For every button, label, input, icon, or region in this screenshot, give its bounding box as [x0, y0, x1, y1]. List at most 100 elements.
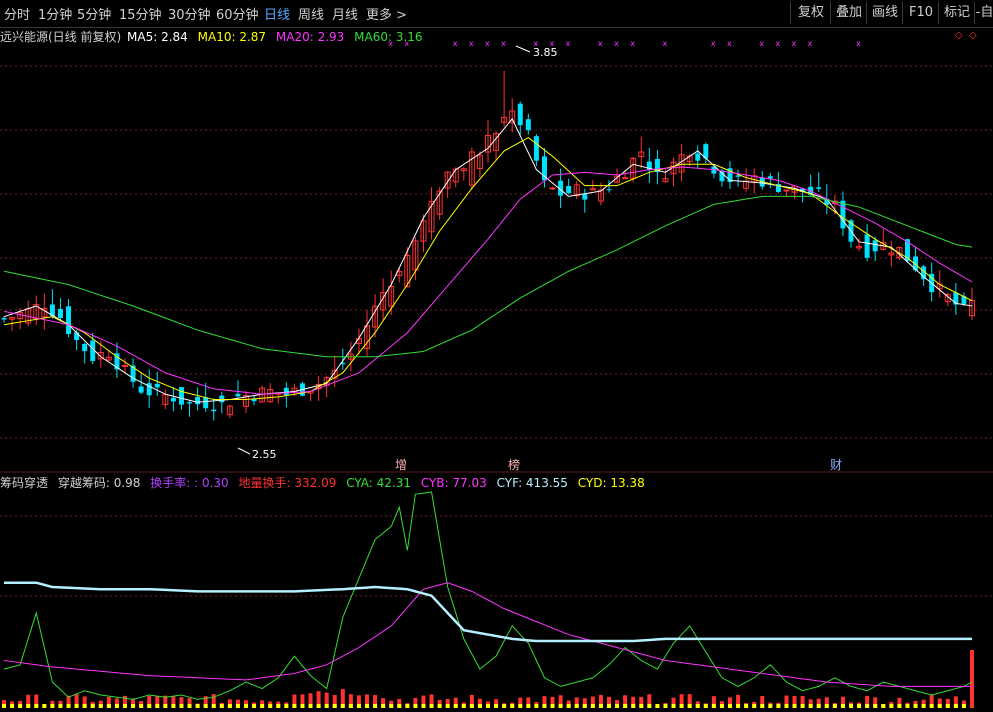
volume-base-mark: [66, 704, 71, 708]
volume-base-mark: [953, 704, 958, 708]
candle-body-down: [211, 409, 217, 412]
signal-mark: x: [808, 39, 813, 48]
candle-body-down: [517, 103, 523, 126]
candle-body-down: [606, 189, 612, 191]
volume-base-mark: [413, 704, 418, 708]
kline-chart[interactable]: x x x x x x x x x x x x x x x x x x x x◇ ◇ 3.85 2.55 增 榜 财: [0, 0, 993, 712]
low-price-label: 2.55: [252, 448, 277, 461]
signal-mark: x: [775, 39, 780, 48]
volume-base-mark: [187, 704, 192, 708]
candle-body-down: [719, 170, 725, 182]
candle-body-down: [74, 332, 80, 340]
volume-base-mark: [356, 704, 361, 708]
volume-base-mark: [50, 704, 55, 708]
candle-body-down: [203, 397, 209, 409]
volume-base-mark: [429, 704, 434, 708]
candle-body-down: [154, 383, 160, 388]
volume-base-mark: [615, 704, 620, 708]
volume-base-mark: [865, 704, 870, 708]
volume-base-mark: [623, 704, 628, 708]
volume-base-mark: [244, 704, 248, 708]
volume-base-mark: [760, 704, 765, 708]
volume-base-mark: [752, 704, 757, 708]
volume-base-mark: [211, 704, 216, 708]
volume-base-mark: [324, 704, 329, 708]
diamond-icon: ◇: [955, 30, 963, 41]
volume-base-mark: [421, 704, 426, 708]
candle-body-down: [864, 234, 870, 258]
volume-base-mark: [687, 704, 692, 708]
volume-base-mark: [671, 704, 676, 708]
event-mark-bang[interactable]: 榜: [508, 457, 520, 472]
volume-base-mark: [437, 704, 442, 708]
volume-base-mark: [502, 704, 507, 708]
volume-base-mark: [340, 704, 345, 708]
volume-base-mark: [840, 704, 845, 708]
high-price-label: 3.85: [533, 46, 558, 59]
volume-base-mark: [494, 704, 499, 708]
candle-body-down: [195, 396, 201, 405]
volume-base-mark: [937, 704, 942, 708]
volume-base-mark: [913, 704, 918, 708]
signal-mark: x: [469, 39, 474, 48]
volume-base-mark: [98, 704, 103, 708]
signal-mark: x: [404, 39, 409, 48]
volume-base-mark: [800, 704, 805, 708]
volume-base-mark: [728, 704, 732, 708]
volume-base-mark: [18, 704, 23, 708]
candle-body-down: [187, 402, 193, 404]
volume-base-mark: [26, 704, 31, 708]
volume-base-mark: [542, 704, 547, 708]
volume-base-mark: [518, 704, 523, 708]
volume-base-mark: [558, 704, 563, 708]
candle-body-up: [622, 177, 629, 180]
event-mark-zeng[interactable]: 增: [395, 458, 407, 472]
candle-body-down: [178, 387, 184, 405]
volume-base-mark: [961, 704, 966, 708]
candle-body-up: [122, 365, 128, 368]
volume-base-mark: [123, 704, 127, 708]
volume-base-mark: [744, 704, 749, 708]
volume-base-mark: [453, 704, 458, 708]
diamond-icon: ◇: [969, 30, 977, 41]
volume-base-mark: [147, 704, 152, 708]
candle-body-down: [1, 318, 7, 320]
volume-base-mark: [889, 704, 894, 708]
volume-base-mark: [171, 704, 176, 708]
signal-mark: x: [711, 39, 716, 48]
volume-base-mark: [768, 704, 773, 708]
candle-body-up: [783, 189, 790, 192]
volume-base-mark: [655, 704, 660, 708]
volume-base-mark: [284, 704, 289, 708]
volume-base-mark: [461, 704, 466, 708]
signal-mark: x: [759, 39, 764, 48]
volume-base-mark: [719, 704, 724, 708]
volume-base-mark: [348, 704, 353, 708]
ma-line-ma10: [3, 136, 973, 401]
candle-body-down: [533, 136, 539, 161]
candle-body-down: [219, 395, 225, 403]
candle-body-up: [549, 187, 556, 190]
volume-base-mark: [695, 704, 700, 708]
candle-body-down: [816, 187, 822, 189]
signal-mark: x: [485, 39, 490, 48]
event-mark-cai[interactable]: 财: [830, 458, 842, 472]
volume-base-mark: [42, 704, 47, 708]
volume-base-mark: [663, 704, 668, 708]
volume-base-mark: [227, 704, 232, 708]
volume-base-mark: [316, 704, 321, 708]
volume-base-mark: [155, 704, 160, 708]
volume-base-mark: [106, 704, 111, 708]
volume-base-mark: [397, 704, 402, 708]
volume-base-mark: [905, 704, 910, 708]
volume-base-mark: [510, 704, 515, 708]
volume-base-mark: [469, 704, 474, 708]
volume-base-mark: [921, 704, 926, 708]
candle-body-down: [872, 240, 878, 252]
signal-mark: x: [501, 39, 506, 48]
volume-base-mark: [308, 704, 313, 708]
volume-base-mark: [816, 704, 821, 708]
volume-base-mark: [832, 704, 837, 708]
signal-mark: x: [453, 39, 458, 48]
volume-base-mark: [235, 704, 240, 708]
